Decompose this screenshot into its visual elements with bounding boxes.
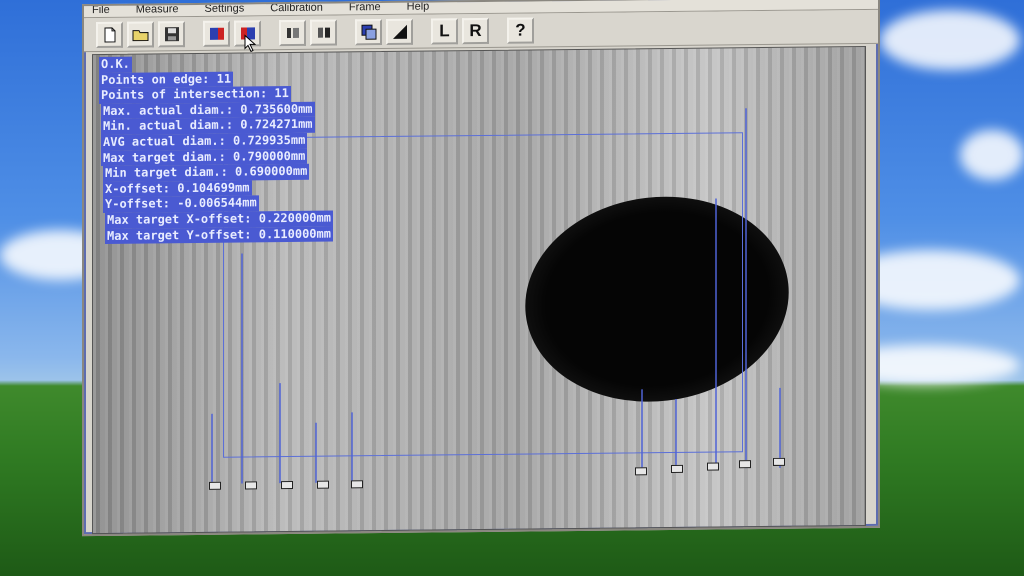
edge-line (641, 389, 643, 470)
desktop-cloud (880, 10, 1020, 70)
points-of-intersection: Points of intersection: 11 (99, 86, 291, 104)
new-document-button[interactable] (96, 21, 123, 48)
export-button[interactable] (203, 20, 230, 47)
right-button[interactable]: R (462, 17, 489, 44)
edge-point-marker (281, 480, 293, 490)
edge-point-marker (317, 480, 329, 489)
capture-icon (286, 27, 299, 38)
camera-image-view[interactable]: O.K. Points on edge: 11 Points of inters… (92, 45, 866, 535)
edge-line (715, 198, 717, 469)
edge-line (779, 387, 781, 468)
new-document-icon (104, 26, 115, 42)
menu-help[interactable]: Help (407, 1, 430, 14)
edge-line (241, 253, 243, 484)
export-icon (209, 27, 224, 40)
menu-settings[interactable]: Settings (205, 2, 245, 15)
max-target-x-offset: Max target X-offset: 0.220000mm (105, 210, 333, 229)
measurement-readout: O.K. Points on edge: 11 Points of inters… (99, 55, 333, 245)
measurement-app-window: File Measure Settings Calibration Frame … (82, 0, 880, 537)
edge-line (745, 108, 747, 469)
menu-frame[interactable]: Frame (349, 1, 381, 14)
overlay-button[interactable] (355, 18, 382, 45)
mouse-cursor-icon (244, 34, 256, 53)
edge-line (279, 383, 281, 484)
open-folder-icon (132, 29, 148, 41)
edge-point-marker (635, 467, 647, 476)
edge-line (351, 412, 353, 483)
toolbar: L R ? (84, 9, 878, 53)
edge-point-marker (351, 480, 363, 489)
edge-point-marker (773, 457, 785, 466)
min-target-diameter: Min target diam.: 0.690000mm (103, 163, 310, 182)
avg-actual-diameter: AVG actual diam.: 0.729935mm (101, 132, 308, 151)
desktop-cloud (960, 130, 1024, 180)
edge-point-marker (671, 464, 683, 474)
max-target-y-offset: Max target Y-offset: 0.110000mm (105, 226, 333, 245)
status-text: O.K. (99, 56, 132, 73)
x-offset: X-offset: 0.104699mm (103, 180, 252, 198)
menu-measure[interactable]: Measure (136, 3, 179, 16)
edge-line (211, 413, 213, 484)
edge-line (675, 398, 677, 469)
edge-point-marker (245, 481, 257, 490)
menu-calibration[interactable]: Calibration (270, 2, 323, 16)
edge-line (315, 422, 317, 483)
capture-button[interactable] (279, 19, 306, 46)
edge-point-marker (739, 460, 751, 469)
edge-point-marker (707, 462, 719, 471)
points-on-edge: Points on edge: 11 (99, 71, 234, 89)
left-button[interactable]: L (431, 17, 458, 45)
open-folder-button[interactable] (127, 20, 154, 48)
save-button[interactable] (158, 20, 185, 47)
help-button[interactable]: ? (507, 16, 534, 44)
measure-button[interactable] (310, 19, 337, 46)
y-offset: Y-offset: -0.006544mm (103, 195, 259, 213)
measure-icon (317, 27, 330, 38)
overlay-icon (361, 24, 376, 40)
edge-point-marker (209, 481, 221, 490)
menu-file[interactable]: File (92, 4, 110, 17)
save-disk-icon (164, 26, 179, 41)
contrast-button[interactable] (386, 18, 413, 45)
contrast-icon (392, 24, 407, 39)
